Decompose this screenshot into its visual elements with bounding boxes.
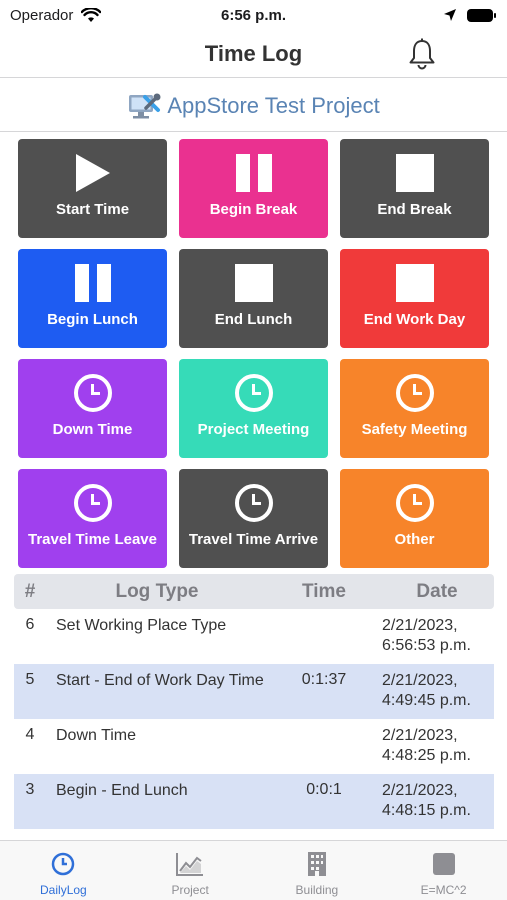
tile-label: Down Time <box>52 421 133 438</box>
play-icon <box>74 153 112 193</box>
wifi-icon <box>81 7 102 22</box>
tile-label: Project Meeting <box>197 421 310 438</box>
clock-icon <box>234 373 273 413</box>
stop-icon <box>395 153 434 193</box>
header-log-type: Log Type <box>115 580 199 602</box>
carrier-label: Operador <box>10 6 74 24</box>
tab-label: DailyLog <box>40 883 87 897</box>
row-num: 5 <box>25 671 35 688</box>
clock-icon <box>73 373 112 413</box>
row-date: 2/21/2023, 4:48:15 p.m. <box>382 782 471 819</box>
action-grid: Start Time Begin Break End Break Begin Lunc… <box>18 139 489 568</box>
tile-label: End Lunch <box>214 311 293 328</box>
travel-time-arrive-button[interactable]: Travel Time Arrive <box>179 469 328 568</box>
tab-label: Building <box>295 883 339 897</box>
bell-icon <box>409 38 435 70</box>
end-break-button[interactable]: End Break <box>340 139 489 238</box>
table-row[interactable]: 5 Start - End of Work Day Time 0:1:37 2/21/… <box>14 664 494 719</box>
table-row[interactable]: 3 Begin - End Lunch 0:0:1 2/21/2023, 4:48:1… <box>14 774 494 829</box>
tile-label: End Break <box>377 201 452 218</box>
tab-label: Project <box>171 883 209 897</box>
clock-icon <box>50 851 76 877</box>
travel-time-leave-button[interactable]: Travel Time Leave <box>18 469 167 568</box>
safety-meeting-button[interactable]: Safety Meeting <box>340 359 489 458</box>
end-lunch-button[interactable]: End Lunch <box>179 249 328 348</box>
tile-label: Begin Break <box>209 201 298 218</box>
tile-label: Travel Time Arrive <box>188 531 319 548</box>
row-date: 2/21/2023, 6:56:53 p.m. <box>382 617 471 654</box>
row-time: 0:0:1 <box>306 781 342 798</box>
clock-icon <box>234 483 273 523</box>
header-num: # <box>24 580 36 602</box>
row-num: 4 <box>25 726 35 743</box>
clock-icon <box>395 483 434 523</box>
project-meeting-button[interactable]: Project Meeting <box>179 359 328 458</box>
tab-bar: DailyLog Project Building E=MC^2 <box>0 840 507 900</box>
tile-label: Start Time <box>55 201 130 218</box>
log-table-body[interactable]: 6 Set Working Place Type 2/21/2023, 6:56:5… <box>14 609 494 829</box>
row-log-type: Start - End of Work Day Time <box>56 672 264 689</box>
tile-label: Travel Time Leave <box>28 531 157 548</box>
down-time-button[interactable]: Down Time <box>18 359 167 458</box>
header-time: Time <box>301 580 346 602</box>
clock-icon <box>73 483 112 523</box>
battery-icon <box>467 8 496 22</box>
tab-dailylog[interactable]: DailyLog <box>0 841 127 900</box>
status-left: Operador <box>10 6 102 24</box>
row-date: 2/21/2023, 4:49:45 p.m. <box>382 672 471 709</box>
row-date: 2/21/2023, 4:48:25 p.m. <box>382 727 471 764</box>
row-log-type: Down Time <box>56 727 137 744</box>
row-log-type: Begin - End Lunch <box>56 782 188 799</box>
table-row[interactable]: 4 Down Time 2/21/2023, 4:48:25 p.m. <box>14 719 494 774</box>
project-selector[interactable]: AppStore Test Project <box>0 80 507 132</box>
row-time: 0:1:37 <box>301 671 347 688</box>
row-num: 6 <box>25 616 35 633</box>
begin-lunch-button[interactable]: Begin Lunch <box>18 249 167 348</box>
tab-e-mc-2[interactable]: E=MC^2 <box>380 841 507 900</box>
tab-building[interactable]: Building <box>254 841 381 900</box>
stop-icon <box>395 263 434 303</box>
pause-icon <box>74 263 111 303</box>
status-bar: Operador 6:56 p.m. <box>0 0 507 30</box>
row-log-type: Set Working Place Type <box>56 617 227 634</box>
chart-icon <box>175 851 205 877</box>
page-title: Time Log <box>204 40 303 66</box>
end-work-day-button[interactable]: End Work Day <box>340 249 489 348</box>
project-tools-icon <box>129 93 161 118</box>
tile-label: End Work Day <box>363 311 466 328</box>
square-icon <box>432 851 456 877</box>
tile-label: Safety Meeting <box>361 421 468 438</box>
stop-icon <box>234 263 273 303</box>
other-button[interactable]: Other <box>340 469 489 568</box>
begin-break-button[interactable]: Begin Break <box>179 139 328 238</box>
location-arrow-icon <box>444 9 456 21</box>
tile-label: Other <box>394 531 435 548</box>
tab-project[interactable]: Project <box>127 841 254 900</box>
nav-bar: Time Log <box>0 30 507 78</box>
header-date: Date <box>416 580 458 602</box>
status-right <box>443 8 496 22</box>
tab-label: E=MC^2 <box>420 883 467 897</box>
tile-label: Begin Lunch <box>47 311 138 328</box>
table-row[interactable]: 6 Set Working Place Type 2/21/2023, 6:56:5… <box>14 609 494 664</box>
start-time-button[interactable]: Start Time <box>18 139 167 238</box>
project-name: AppStore Test Project <box>167 92 380 118</box>
building-icon <box>307 851 327 877</box>
clock-icon <box>395 373 434 413</box>
pause-icon <box>235 153 272 193</box>
row-num: 3 <box>25 781 35 798</box>
log-table-header: # Log Type Time Date <box>14 574 494 609</box>
notifications-button[interactable] <box>407 38 437 75</box>
